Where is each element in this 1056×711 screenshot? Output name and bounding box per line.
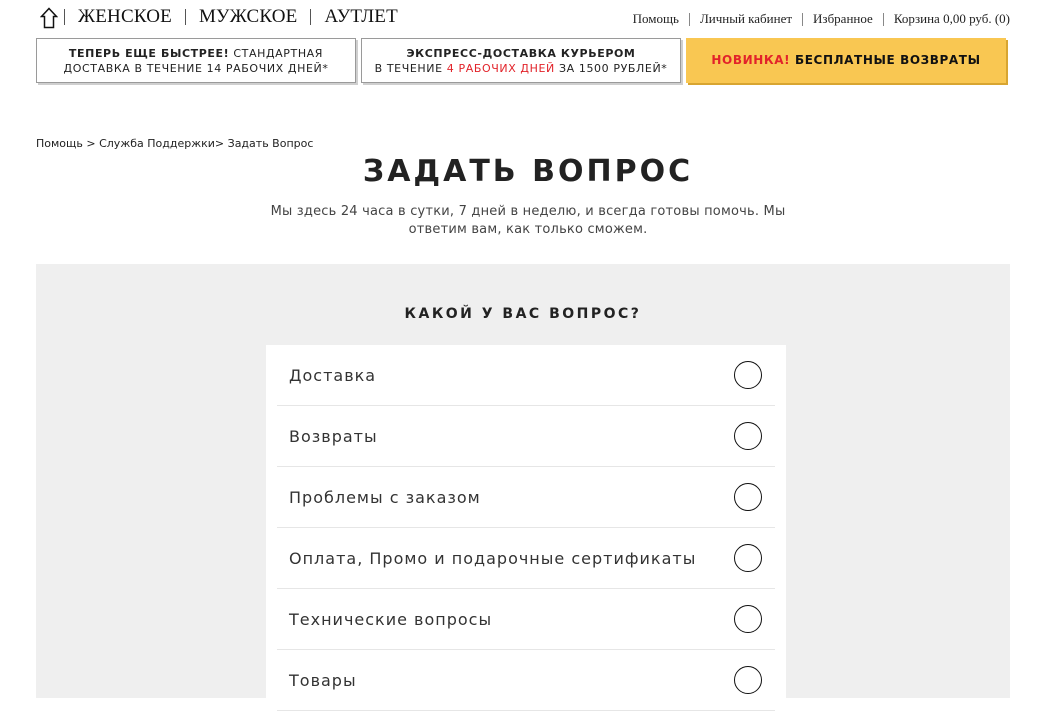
radio-circle-icon[interactable] xyxy=(734,422,762,450)
page-title: ЗАДАТЬ ВОПРОС xyxy=(362,154,694,189)
nav-women[interactable]: ЖЕНСКОЕ xyxy=(78,6,172,28)
breadcrumb: Помощь > Служба Поддержки > Задать Вопрос xyxy=(36,137,313,150)
option-delivery[interactable]: Доставка xyxy=(277,345,775,406)
promo-express-bold: Экспресс-доставка курьером xyxy=(406,46,636,60)
option-label: Оплата, Промо и подарочные сертификаты xyxy=(289,548,697,568)
nav-men[interactable]: МУЖСКОЕ xyxy=(199,6,298,28)
utility-nav: Помощь Личный кабинет Избранное Корзина … xyxy=(633,11,1010,27)
wishlist-link[interactable]: Избранное xyxy=(813,11,873,27)
promo-free-returns[interactable]: Новинка! Бесплатные возвраты xyxy=(686,38,1006,83)
breadcrumb-separator: > xyxy=(82,137,100,150)
top-bar: ЖЕНСКОЕ МУЖСКОЕ АУТЛЕТ Помощь Личный каб… xyxy=(0,0,1056,36)
option-label: Возвраты xyxy=(289,426,378,446)
promo-express-highlight: 4 рабочих дней xyxy=(446,61,555,75)
promo-express-pre: в течение xyxy=(374,61,447,75)
option-label: Товары xyxy=(289,670,357,690)
breadcrumb-support[interactable]: Служба Поддержки xyxy=(99,137,215,150)
option-returns[interactable]: Возвраты xyxy=(277,406,775,467)
nav-divider xyxy=(310,9,312,25)
radio-circle-icon[interactable] xyxy=(734,483,762,511)
promo-express-delivery[interactable]: Экспресс-доставка курьером в течение 4 р… xyxy=(361,38,681,83)
promo-express-post: за 1500 рублей* xyxy=(554,61,668,75)
question-panel: КАКОЙ У ВАС ВОПРОС? Доставка Возвраты Пр… xyxy=(36,264,1010,711)
nav-divider xyxy=(184,9,186,25)
main-nav: ЖЕНСКОЕ МУЖСКОЕ АУТЛЕТ xyxy=(62,6,398,28)
help-link[interactable]: Помощь xyxy=(633,11,679,27)
page-subtitle: Мы здесь 24 часа в сутки, 7 дней в недел… xyxy=(270,204,786,237)
util-divider xyxy=(688,12,690,26)
option-label: Доставка xyxy=(289,365,377,385)
promo-express-line1: Экспресс-доставка курьером xyxy=(407,46,636,61)
option-technical[interactable]: Технические вопросы xyxy=(277,589,775,650)
breadcrumb-current: Задать Вопрос xyxy=(227,137,314,150)
option-payment-promo-gift[interactable]: Оплата, Промо и подарочные сертификаты xyxy=(277,528,775,589)
radio-circle-icon[interactable] xyxy=(734,544,762,572)
promo-returns-rest: Бесплатные возвраты xyxy=(790,53,981,67)
promo-standard-rest: стандартная xyxy=(229,46,324,60)
promo-standard-bold: Теперь еще быстрее! xyxy=(68,46,230,60)
option-order-problems[interactable]: Проблемы с заказом xyxy=(277,467,775,528)
cart-link[interactable]: Корзина 0,00 руб. (0) xyxy=(894,11,1010,27)
util-divider xyxy=(882,12,884,26)
promo-returns-line: Новинка! Бесплатные возвраты xyxy=(711,53,980,68)
option-products[interactable]: Товары xyxy=(277,650,775,711)
nav-outlet[interactable]: АУТЛЕТ xyxy=(324,6,397,28)
home-icon[interactable] xyxy=(40,7,60,29)
radio-circle-icon[interactable] xyxy=(734,361,762,389)
nav-divider xyxy=(64,9,65,25)
question-title: КАКОЙ У ВАС ВОПРОС? xyxy=(404,306,642,322)
breadcrumb-help[interactable]: Помощь xyxy=(36,137,83,150)
radio-circle-icon[interactable] xyxy=(734,605,762,633)
option-label: Технические вопросы xyxy=(289,609,493,629)
account-link[interactable]: Личный кабинет xyxy=(700,11,792,27)
question-options-list: Доставка Возвраты Проблемы с заказом Опл… xyxy=(266,345,786,711)
promo-returns-highlight: Новинка! xyxy=(711,53,791,67)
promo-standard-delivery[interactable]: Теперь еще быстрее! стандартная доставка… xyxy=(36,38,356,83)
option-label: Проблемы с заказом xyxy=(289,487,481,507)
promo-express-line2: в течение 4 рабочих дней за 1500 рублей* xyxy=(375,61,668,76)
radio-circle-icon[interactable] xyxy=(734,666,762,694)
promo-standard-line1: Теперь еще быстрее! стандартная xyxy=(69,46,323,61)
breadcrumb-separator: > xyxy=(214,137,228,150)
util-divider xyxy=(802,12,804,26)
promo-standard-line2: доставка в течение 14 рабочих дней* xyxy=(63,61,329,75)
